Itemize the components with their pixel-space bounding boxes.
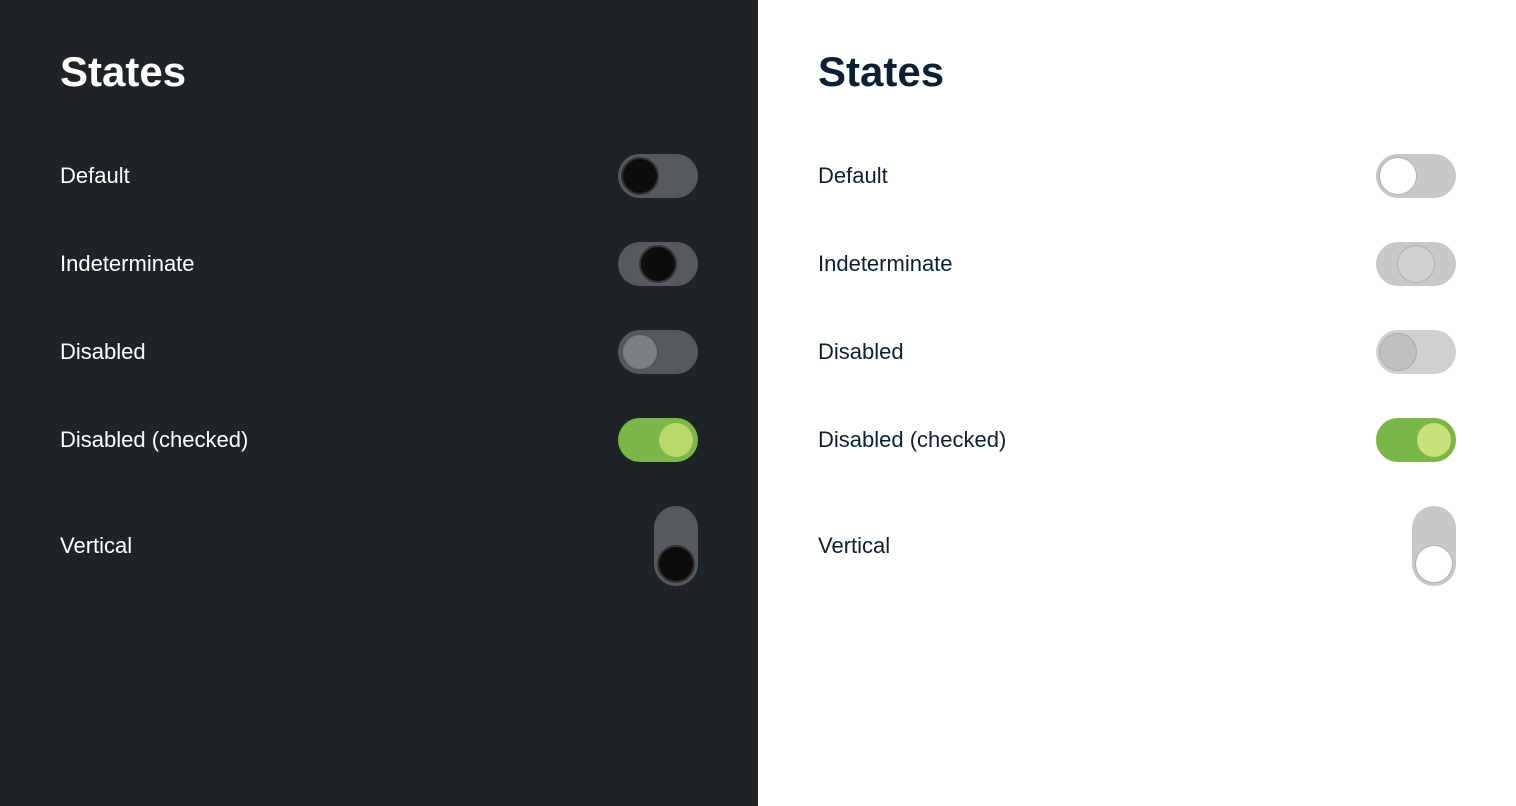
light-indeterminate-knob [1397,245,1435,283]
light-panel-title: States [818,48,1456,96]
light-disabled-checked-toggle-wrapper [1376,418,1456,462]
light-vertical-knob [1415,545,1453,583]
light-vertical-toggle-wrapper[interactable] [1412,506,1456,586]
light-default-label: Default [818,163,888,189]
light-disabled-row: Disabled [818,308,1456,396]
dark-indeterminate-toggle-wrapper[interactable] [618,242,698,286]
dark-vertical-label: Vertical [60,533,132,559]
light-indeterminate-label: Indeterminate [818,251,953,277]
dark-vertical-row: Vertical [60,484,698,608]
dark-default-toggle-wrapper[interactable] [618,154,698,198]
light-disabled-checked-row: Disabled (checked) [818,396,1456,484]
dark-default-knob [621,157,659,195]
dark-panel: States Default Indeterminate Disabled Di… [0,0,758,806]
light-indeterminate-row: Indeterminate [818,220,1456,308]
light-disabled-label: Disabled [818,339,904,365]
dark-disabled-toggle-wrapper [618,330,698,374]
dark-default-row: Default [60,132,698,220]
light-disabled-toggle [1376,330,1456,374]
dark-vertical-toggle-wrapper[interactable] [654,506,698,586]
light-default-row: Default [818,132,1456,220]
dark-disabled-checked-knob [657,421,695,459]
dark-default-label: Default [60,163,130,189]
light-default-knob [1379,157,1417,195]
dark-disabled-checked-toggle-wrapper [618,418,698,462]
dark-disabled-checked-toggle [618,418,698,462]
dark-vertical-knob [657,545,695,583]
dark-disabled-checked-label: Disabled (checked) [60,427,248,453]
dark-indeterminate-row: Indeterminate [60,220,698,308]
dark-disabled-row: Disabled [60,308,698,396]
dark-disabled-label: Disabled [60,339,146,365]
light-indeterminate-toggle-wrapper[interactable] [1376,242,1456,286]
light-vertical-label: Vertical [818,533,890,559]
light-disabled-checked-knob [1415,421,1453,459]
light-disabled-knob [1379,333,1417,371]
light-disabled-checked-toggle [1376,418,1456,462]
light-default-toggle-wrapper[interactable] [1376,154,1456,198]
dark-indeterminate-toggle[interactable] [618,242,698,286]
light-disabled-toggle-wrapper [1376,330,1456,374]
light-default-toggle[interactable] [1376,154,1456,198]
dark-vertical-toggle[interactable] [654,506,698,586]
light-panel: States Default Indeterminate Disabled Di… [758,0,1516,806]
dark-indeterminate-label: Indeterminate [60,251,195,277]
dark-panel-title: States [60,48,698,96]
dark-disabled-checked-row: Disabled (checked) [60,396,698,484]
light-disabled-checked-label: Disabled (checked) [818,427,1006,453]
light-vertical-toggle[interactable] [1412,506,1456,586]
dark-disabled-knob [621,333,659,371]
dark-default-toggle[interactable] [618,154,698,198]
dark-disabled-toggle [618,330,698,374]
light-indeterminate-toggle[interactable] [1376,242,1456,286]
dark-indeterminate-knob [639,245,677,283]
light-vertical-row: Vertical [818,484,1456,608]
